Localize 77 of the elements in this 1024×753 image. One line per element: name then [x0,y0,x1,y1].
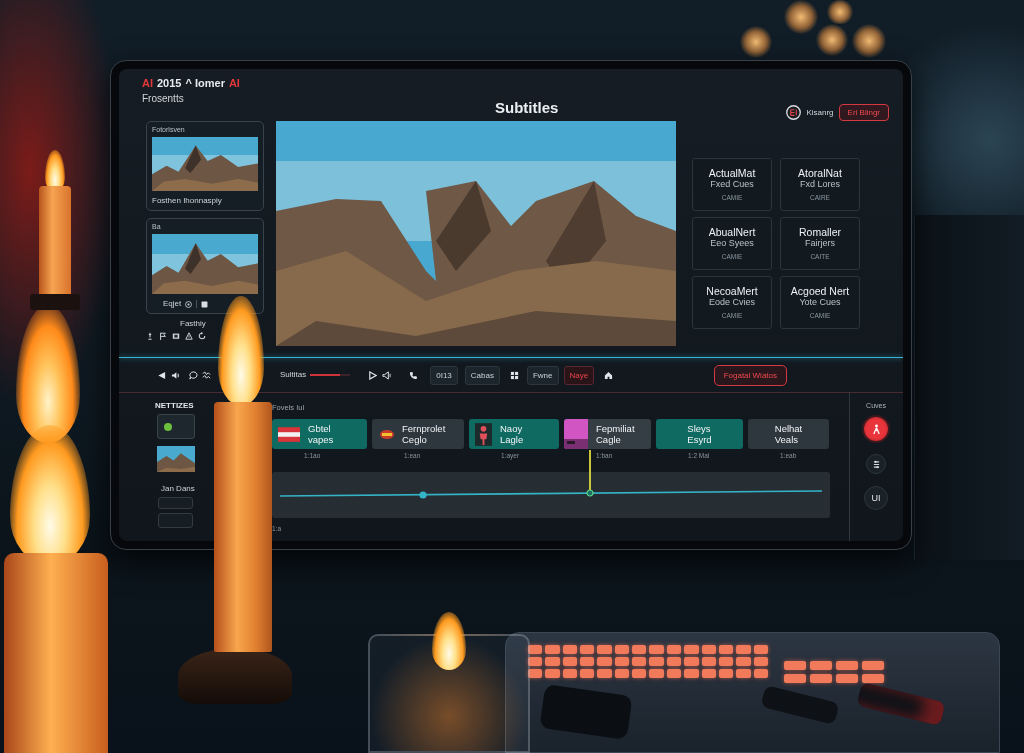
emblem-icon[interactable] [786,105,802,120]
preset-subtitle: Fxd Lores [800,179,840,190]
thumbnail-placeholder [564,419,588,449]
toolbar-toggle[interactable]: 0I13 [430,365,458,385]
toolbar-label: Sultitas [280,370,307,380]
clip-title: Naoy Lagle [500,423,524,445]
preset-subtitle: Fairjers [805,238,835,249]
preset-title: Romaller [799,226,841,238]
header-action-button[interactable]: Eri Blingr [838,104,889,121]
rotate-icon[interactable] [198,332,206,340]
tool-button[interactable] [866,454,886,474]
media-caption: Fosthen Ihonnaspiy [152,196,222,206]
preset-subtitle: Fxed Cues [710,179,754,190]
phone-icon[interactable] [409,370,419,380]
figure-icon [475,422,492,446]
sidebar-label: Jan Dans [161,484,195,494]
preset-subtitle: Eeo Syees [710,238,754,249]
wave-icon[interactable] [202,370,211,380]
window-title: Subtitles [495,99,559,116]
brand-word: AI [228,77,240,90]
target-icon[interactable] [185,300,193,308]
flag-icon[interactable] [159,332,167,340]
preset-title: Acgoed Nert [790,285,850,297]
previous-icon[interactable] [157,370,166,380]
clip-title: Sleys Esyrd [687,423,712,445]
timeline-clip[interactable]: Fepmiliat Cagle [564,419,651,449]
preset-title: AbualNert [708,226,756,238]
preset-subtitle: Yote Cues [799,297,841,308]
preset-title: NecoaMert [706,285,758,297]
brand-word: AI [142,77,153,90]
preset-title: AtoralNat [798,167,842,179]
thumbnail-placeholder[interactable] [157,446,195,472]
user-label: Kisanrg [806,108,834,117]
sliders-icon [872,459,880,469]
timeline-clip[interactable]: Gbtel vapes [272,419,367,449]
brand-word: 2015 [157,77,182,90]
figure-icon [871,423,881,435]
home-icon[interactable] [604,370,614,380]
toolbar-toggle[interactable]: Fwne [526,365,559,385]
emblem-icon [380,429,394,439]
app-subtitle: Frosentts [142,93,184,105]
grid-icon[interactable] [509,370,519,380]
clip-title: Fernprolet Ceglo [402,423,446,445]
timeline-clip[interactable]: Nelhat Veals [748,419,829,449]
pin-icon[interactable] [146,332,154,340]
play-icon[interactable] [368,370,378,380]
square-icon[interactable] [201,300,209,308]
clip-title: Fepmiliat Cagle [596,423,635,445]
timeline-clip[interactable]: Sleys Esyrd [656,419,743,449]
sidebar-title: NETTIZES [155,401,194,411]
brand-word: ^ Iomer [185,77,225,90]
media-tile[interactable] [157,414,195,439]
timeline-clip[interactable]: Fernprolet Ceglo [372,419,464,449]
speaker-icon[interactable] [382,370,392,380]
volume-icon[interactable] [171,370,180,380]
preset-title: ActualMat [708,167,756,179]
clip-title: Nelhat Veals [774,423,803,445]
chat-bubble-icon[interactable] [189,370,198,380]
clip-title: Gbtel vapes [308,423,334,445]
preset-subtitle: Eode Cvies [709,297,755,308]
crop-icon[interactable] [185,332,193,340]
toolbar-toggle[interactable]: Cabas [464,365,500,385]
input-field[interactable] [158,497,193,509]
playhead[interactable] [589,450,592,490]
toolbar-toggle[interactable]: Naye [563,365,595,385]
input-field[interactable] [158,513,193,528]
round-button[interactable]: UI [864,486,888,510]
export-button[interactable]: Fogatal Wiatos [713,364,787,386]
film-icon[interactable] [172,332,180,340]
timeline-clip[interactable]: Naoy Lagle [469,419,559,449]
keyframe-icon[interactable] [586,489,595,498]
keyframe-icon[interactable] [418,490,427,499]
status-dot-icon [164,422,172,431]
bin-label: Fasthiy [180,319,206,329]
media-caption: Eqjet [163,299,182,309]
record-button[interactable] [862,415,890,443]
flag-icon [278,426,300,442]
